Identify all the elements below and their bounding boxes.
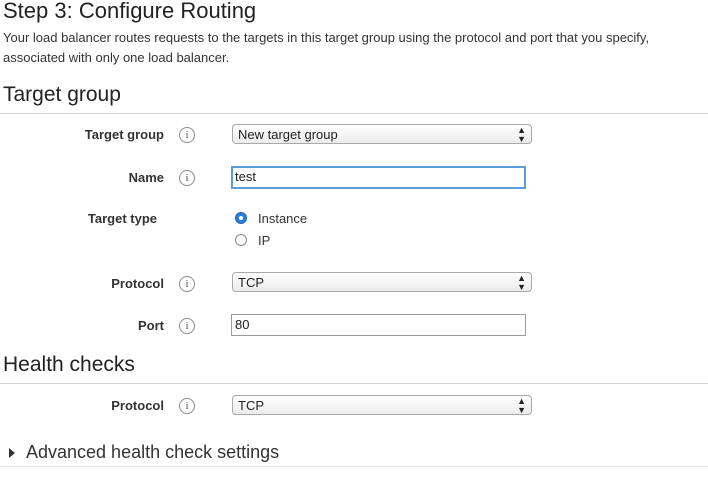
name-label: Name bbox=[128, 170, 164, 185]
radio-instance[interactable] bbox=[235, 212, 247, 224]
caret-right-icon[interactable] bbox=[9, 448, 15, 458]
info-icon[interactable]: i bbox=[179, 276, 195, 292]
target-group-select[interactable]: New target group ▲ ▼ bbox=[232, 124, 532, 144]
info-icon[interactable]: i bbox=[179, 127, 195, 143]
advanced-health-check-toggle[interactable]: Advanced health check settings bbox=[26, 442, 279, 463]
protocol-select[interactable]: TCP ▲ ▼ bbox=[232, 272, 532, 292]
radio-ip-label[interactable]: IP bbox=[258, 233, 270, 248]
select-arrows-icon: ▲ ▼ bbox=[517, 396, 526, 415]
protocol-select-value: TCP bbox=[238, 275, 264, 290]
name-input[interactable]: test bbox=[231, 166, 526, 189]
info-icon[interactable]: i bbox=[179, 398, 195, 414]
page-title: Step 3: Configure Routing bbox=[3, 0, 257, 23]
info-icon[interactable]: i bbox=[179, 170, 195, 186]
protocol-label: Protocol bbox=[111, 276, 164, 291]
section-divider bbox=[0, 466, 708, 467]
select-arrows-icon: ▲ ▼ bbox=[517, 273, 526, 292]
section-divider bbox=[0, 113, 708, 114]
health-protocol-select-value: TCP bbox=[238, 398, 264, 413]
section-divider bbox=[0, 383, 708, 384]
radio-ip[interactable] bbox=[235, 234, 247, 246]
info-icon[interactable]: i bbox=[179, 318, 195, 334]
select-arrows-icon: ▲ ▼ bbox=[517, 125, 526, 144]
section-title-health-checks: Health checks bbox=[3, 353, 135, 376]
port-input[interactable]: 80 bbox=[231, 314, 526, 336]
section-title-target-group: Target group bbox=[3, 83, 121, 106]
radio-instance-label[interactable]: Instance bbox=[258, 211, 307, 226]
target-group-select-value: New target group bbox=[238, 127, 338, 142]
target-group-label: Target group bbox=[84, 127, 164, 142]
health-protocol-label: Protocol bbox=[111, 398, 164, 413]
health-protocol-select[interactable]: TCP ▲ ▼ bbox=[232, 395, 532, 415]
target-type-label: Target type bbox=[87, 211, 157, 226]
port-label: Port bbox=[138, 318, 164, 333]
page-description: Your load balancer routes requests to th… bbox=[3, 30, 650, 65]
